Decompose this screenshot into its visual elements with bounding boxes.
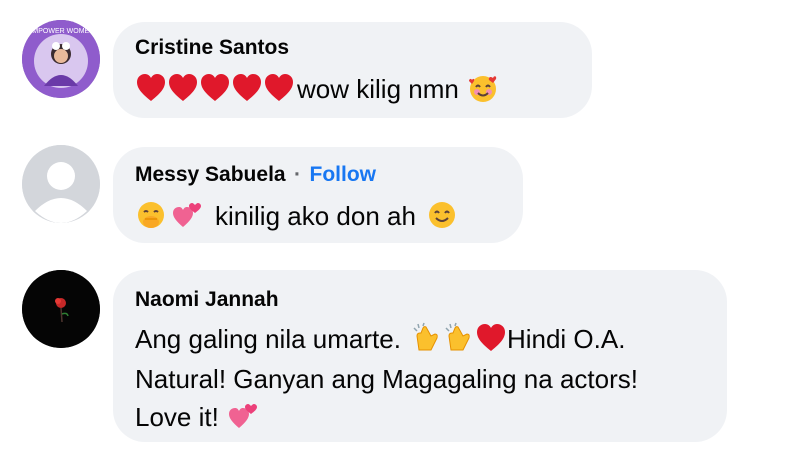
clapping-hands-icon — [411, 322, 443, 354]
follow-button[interactable]: Follow — [310, 163, 377, 186]
red-heart-icon — [475, 322, 507, 354]
comment-text-line-2: Natural! Ganyan ang Magagaling na actors… — [135, 364, 638, 394]
avatar[interactable]: EMPOWER WOMEN — [22, 20, 100, 98]
two-hearts-icon — [171, 199, 203, 231]
empower-women-avatar-icon: EMPOWER WOMEN — [22, 20, 100, 98]
comment-text-line-3: Love it! — [135, 398, 259, 436]
comment-text: Love it! — [135, 402, 219, 432]
red-heart-icon — [167, 72, 199, 104]
comment-text: kinilig ako don ah — [215, 201, 416, 231]
comment-bubble: Naomi Jannah Ang galing nila umarte. Hind… — [113, 270, 727, 442]
comment-text-tail: Hindi O.A. — [506, 324, 626, 354]
comment-author[interactable]: Naomi Jannah — [135, 288, 279, 312]
comment-author[interactable]: Cristine Santos — [135, 36, 289, 60]
two-hearts-icon — [227, 400, 259, 432]
comment-bubble: Messy Sabuela · Follow kinilig ako don a… — [113, 147, 523, 243]
comment-text: Ang galing nila umarte. — [135, 324, 401, 354]
red-heart-icon — [199, 72, 231, 104]
avatar[interactable] — [22, 270, 100, 348]
red-heart-icon — [263, 72, 295, 104]
comment-text-line: wow kilig nmn — [135, 70, 499, 108]
smiling-face-icon — [426, 199, 458, 231]
avatar-ring-text: EMPOWER WOMEN — [28, 28, 95, 35]
rose-avatar-icon — [22, 270, 100, 348]
comment-header: Messy Sabuela · Follow — [135, 163, 376, 187]
default-profile-avatar-icon — [22, 145, 100, 223]
smiling-face-with-hearts-icon — [467, 72, 499, 104]
comment-text: wow kilig nmn — [297, 74, 459, 104]
red-heart-icon — [135, 72, 167, 104]
follow-separator: · — [294, 163, 302, 186]
hand-over-mouth-icon — [135, 199, 167, 231]
avatar[interactable] — [22, 145, 100, 223]
clapping-hands-icon — [443, 322, 475, 354]
red-heart-icon — [231, 72, 263, 104]
comment-bubble: Cristine Santos wow kilig nmn — [113, 22, 592, 118]
comment-text-line: kinilig ako don ah — [135, 197, 458, 235]
comment-text-line-1: Ang galing nila umarte. Hindi O.A. — [135, 320, 625, 358]
comment-author[interactable]: Messy Sabuela — [135, 163, 286, 186]
